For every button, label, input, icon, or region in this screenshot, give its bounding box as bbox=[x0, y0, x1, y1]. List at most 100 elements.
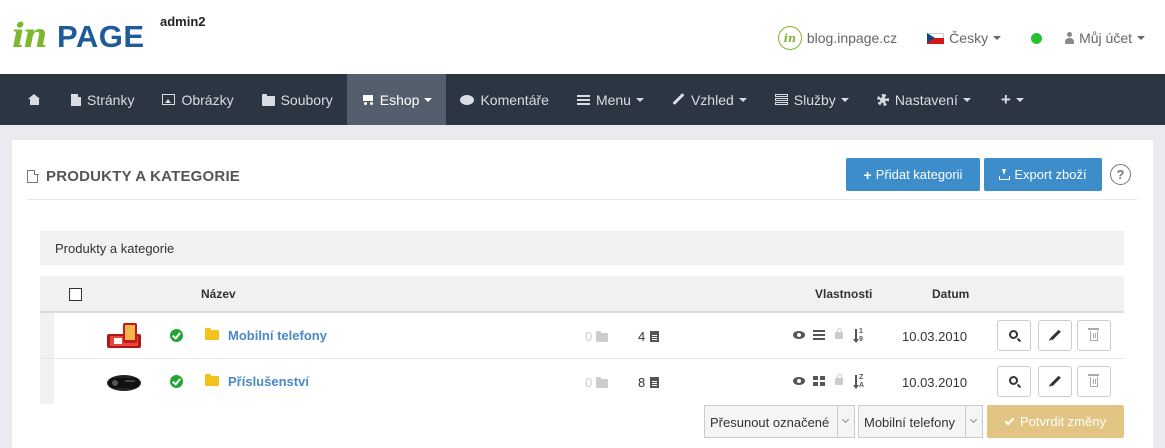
phone-thumbnail bbox=[107, 323, 141, 348]
file-icon bbox=[71, 93, 81, 106]
product-count-value: 4 bbox=[638, 329, 646, 344]
column-name[interactable]: Název bbox=[201, 287, 236, 301]
pencil-icon bbox=[1050, 329, 1061, 341]
folder-icon bbox=[596, 376, 609, 388]
select-all-checkbox[interactable] bbox=[69, 288, 82, 301]
row-date: 10.03.2010 bbox=[902, 375, 968, 390]
nav-stranky[interactable]: Stránky bbox=[57, 74, 148, 125]
view-button[interactable] bbox=[997, 366, 1031, 397]
sort-alpha-icon[interactable]: Z A bbox=[853, 373, 869, 391]
nav-label: Menu bbox=[595, 91, 631, 108]
add-category-label: Přidat kategorii bbox=[875, 167, 963, 182]
list-view-icon[interactable] bbox=[813, 330, 825, 340]
visibility-icon[interactable] bbox=[793, 331, 805, 339]
subcategory-count: 0 bbox=[585, 375, 609, 390]
lock-icon[interactable] bbox=[835, 328, 843, 339]
folder-icon bbox=[261, 93, 275, 106]
search-icon bbox=[1009, 330, 1018, 339]
properties-icons: 1 9 bbox=[793, 327, 868, 345]
projector-thumbnail bbox=[107, 375, 141, 391]
table-header: Název Vlastnosti Datum bbox=[40, 276, 1124, 313]
chevron-down-icon bbox=[965, 406, 982, 437]
row-date: 10.03.2010 bbox=[902, 329, 968, 344]
properties-icons: Z A bbox=[793, 373, 868, 391]
language-label: Česky bbox=[949, 30, 989, 46]
column-date[interactable]: Datum bbox=[932, 287, 969, 301]
blog-link[interactable]: in blog.inpage.cz bbox=[777, 26, 898, 50]
user-icon bbox=[1064, 32, 1075, 44]
subcategory-count-value: 0 bbox=[585, 375, 593, 390]
export-products-button[interactable]: Export zboží bbox=[984, 158, 1102, 191]
sort-numeric-icon[interactable]: 1 9 bbox=[853, 327, 869, 345]
chevron-down-icon bbox=[1015, 97, 1024, 102]
view-button[interactable] bbox=[997, 320, 1031, 351]
folder-icon bbox=[596, 330, 609, 342]
active-status-icon[interactable] bbox=[170, 329, 183, 342]
list-icon bbox=[576, 94, 590, 105]
edit-button[interactable] bbox=[1038, 320, 1072, 351]
file-icon bbox=[650, 331, 660, 342]
gear-icon bbox=[876, 93, 889, 106]
category-folder-icon bbox=[205, 374, 219, 386]
blog-link-label: blog.inpage.cz bbox=[806, 30, 898, 46]
nav-obrazky[interactable]: Obrázky bbox=[148, 74, 247, 125]
sort-bottom-glyph: 9 bbox=[859, 336, 863, 343]
comments-icon bbox=[460, 94, 475, 105]
nav-vzhled[interactable]: Vzhled bbox=[658, 74, 761, 125]
language-dropdown[interactable]: Česky bbox=[927, 30, 1002, 46]
nav-label: Nastavení bbox=[894, 91, 958, 108]
product-count-value: 8 bbox=[638, 375, 646, 390]
pencil-icon bbox=[1050, 375, 1061, 387]
subcategory-count: 0 bbox=[585, 329, 609, 344]
category-name-link[interactable]: Mobilní telefony bbox=[228, 328, 327, 343]
nav-label: Soubory bbox=[280, 91, 333, 108]
product-count: 4 bbox=[638, 329, 660, 344]
edit-button[interactable] bbox=[1038, 366, 1072, 397]
nav-eshop[interactable]: Eshop bbox=[346, 74, 447, 125]
bulk-action-select[interactable]: Přesunout označené bbox=[704, 405, 855, 438]
page-title: PRODUKTY A KATEGORIE bbox=[27, 168, 240, 185]
category-folder-icon bbox=[205, 328, 219, 340]
nav-soubory[interactable]: Soubory bbox=[248, 74, 347, 125]
nav-label: Obrázky bbox=[181, 91, 234, 108]
chevron-down-icon bbox=[840, 97, 849, 102]
breadcrumb: Produkty a kategorie bbox=[40, 231, 1124, 265]
breadcrumb-item[interactable]: Produkty a kategorie bbox=[55, 241, 174, 256]
add-category-button[interactable]: + Přidat kategorii bbox=[846, 158, 980, 191]
nav-label: Stránky bbox=[87, 91, 135, 108]
confirm-changes-button[interactable]: Potvrdit změny bbox=[987, 405, 1124, 438]
account-dropdown[interactable]: Můj účet bbox=[1064, 30, 1145, 46]
lock-icon[interactable] bbox=[835, 374, 843, 385]
nav-home[interactable] bbox=[0, 74, 57, 125]
export-label: Export zboží bbox=[1014, 167, 1087, 182]
help-icon[interactable]: ? bbox=[1110, 164, 1131, 185]
nav-label: Služby bbox=[793, 91, 836, 108]
delete-button[interactable] bbox=[1077, 320, 1111, 351]
nav-label: Eshop bbox=[379, 91, 420, 108]
online-status-icon bbox=[1031, 32, 1043, 44]
check-icon bbox=[1004, 415, 1015, 425]
active-status-icon[interactable] bbox=[170, 375, 183, 388]
plus-icon: + bbox=[863, 166, 872, 183]
search-icon bbox=[1009, 376, 1018, 385]
nav-add[interactable]: + bbox=[985, 74, 1040, 125]
nav-sluzby[interactable]: Služby bbox=[761, 74, 863, 125]
bulk-action-value: Přesunout označené bbox=[710, 415, 830, 430]
subcategory-count-value: 0 bbox=[585, 329, 593, 344]
visibility-icon[interactable] bbox=[793, 377, 805, 385]
nav-label: Vzhled bbox=[690, 91, 734, 108]
nav-nastaveni[interactable]: Nastavení bbox=[863, 74, 985, 125]
nav-menu[interactable]: Menu bbox=[563, 74, 658, 125]
chevron-down-icon bbox=[635, 97, 644, 102]
top-right-menu: in blog.inpage.cz Česky Můj účet bbox=[777, 24, 1145, 52]
category-name-link[interactable]: Příslušenství bbox=[228, 374, 309, 389]
grid-view-icon[interactable] bbox=[813, 376, 825, 386]
target-category-select[interactable]: Mobilní telefony bbox=[858, 405, 983, 438]
chevron-down-icon bbox=[424, 97, 433, 102]
delete-button[interactable] bbox=[1077, 366, 1111, 397]
chevron-down-icon bbox=[1137, 36, 1145, 40]
column-properties: Vlastnosti bbox=[815, 287, 873, 301]
nav-komentare[interactable]: Komentáře bbox=[446, 74, 562, 125]
chevron-down-icon bbox=[993, 36, 1002, 40]
plus-icon: + bbox=[1000, 90, 1011, 109]
